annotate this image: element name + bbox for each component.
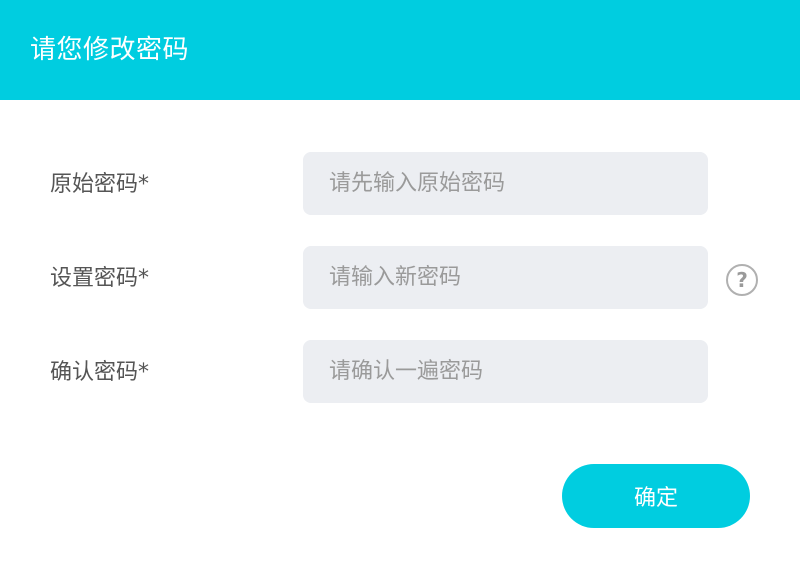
question-circle-icon[interactable]: ? (726, 264, 758, 296)
new-password-label: 设置密码* (50, 266, 150, 291)
old-password-input[interactable] (303, 152, 708, 215)
dialog-header: 请您修改密码 (0, 0, 800, 100)
new-password-input[interactable] (303, 246, 708, 309)
dialog-title: 请您修改密码 (30, 35, 190, 65)
old-password-label: 原始密码* (50, 172, 150, 197)
confirm-password-input[interactable] (303, 340, 708, 403)
change-password-dialog: 请您修改密码 原始密码* 设置密码* ? 确认密码* 确定 (0, 0, 800, 570)
confirm-password-label: 确认密码* (50, 360, 150, 385)
confirm-button[interactable]: 确定 (562, 464, 750, 528)
